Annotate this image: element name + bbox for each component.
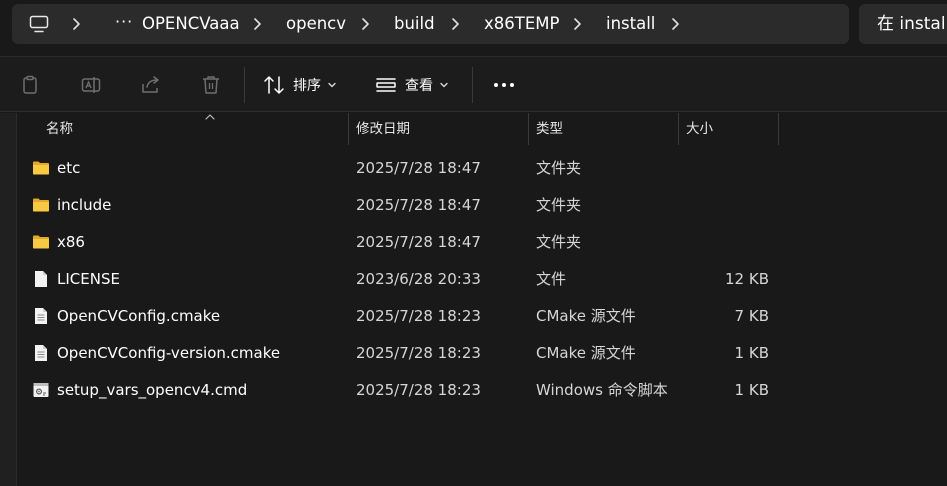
view-label: 查看 [405, 78, 433, 94]
toolbar-divider [244, 67, 245, 103]
column-divider[interactable] [528, 113, 529, 145]
file-date: 2025/7/28 18:47 [356, 159, 481, 177]
sort-icon [263, 74, 285, 96]
file-name: OpenCVConfig.cmake [57, 307, 221, 325]
file-size: 1 KB [734, 344, 769, 362]
more-dot [494, 83, 498, 87]
file-row[interactable]: OpenCVConfig.cmake 2025/7/28 18:23 CMake… [18, 298, 778, 335]
file-type: CMake 源文件 [536, 307, 636, 325]
chevron-right-icon[interactable] [668, 17, 682, 31]
view-button[interactable]: 查看 [375, 57, 449, 113]
file-name: setup_vars_opencv4.cmd [57, 381, 248, 399]
column-header-name[interactable]: 名称 [46, 113, 73, 145]
breadcrumb-item[interactable]: x86TEMP [484, 4, 559, 44]
file-row[interactable]: setup_vars_opencv4.cmd 2025/7/28 18:23 W… [18, 372, 778, 409]
file-row[interactable]: LICENSE 2023/6/28 20:33 文件 12 KB [18, 261, 778, 298]
file-size [679, 150, 769, 187]
command-bar: 排序 查看 [0, 56, 947, 112]
search-input[interactable]: 在 install [859, 4, 947, 44]
chevron-down-icon [439, 80, 449, 90]
file-date: 2025/7/28 18:47 [356, 233, 481, 251]
more-options-button[interactable] [488, 57, 520, 113]
chevron-down-icon [327, 80, 337, 90]
text-file-icon [32, 307, 50, 325]
breadcrumb-item[interactable]: build [394, 4, 435, 44]
chevron-right-icon[interactable] [570, 17, 584, 31]
breadcrumb-item[interactable]: OPENCVaaa [142, 4, 240, 44]
file-size: 12 KB [725, 270, 769, 288]
rename-icon[interactable] [80, 74, 102, 96]
file-date: 2025/7/28 18:47 [356, 196, 481, 214]
file-name: include [57, 196, 112, 214]
column-divider[interactable] [778, 113, 779, 145]
chevron-right-icon[interactable] [250, 17, 264, 31]
file-type: 文件夹 [536, 159, 582, 177]
breadcrumb-item-current[interactable]: install [606, 4, 655, 44]
address-bar[interactable]: ··· OPENCVaaa opencv build x86TEMP insta… [12, 4, 849, 44]
sort-label: 排序 [293, 78, 321, 94]
folder-icon [32, 159, 50, 177]
file-type: 文件夹 [536, 233, 582, 251]
file-type: 文件 [536, 270, 567, 288]
file-date: 2025/7/28 18:23 [356, 381, 481, 399]
column-header-date[interactable]: 修改日期 [356, 113, 410, 145]
file-size [679, 187, 769, 224]
more-dot [502, 83, 506, 87]
file-type: CMake 源文件 [536, 344, 636, 362]
file-date: 2025/7/28 18:23 [356, 344, 481, 362]
text-file-icon [32, 344, 50, 362]
file-row[interactable]: OpenCVConfig-version.cmake 2025/7/28 18:… [18, 335, 778, 372]
breadcrumb-item[interactable]: opencv [286, 4, 346, 44]
toolbar-divider [472, 67, 473, 103]
this-pc-icon[interactable] [29, 15, 49, 33]
file-name: LICENSE [57, 270, 120, 288]
file-size: 1 KB [734, 381, 769, 399]
file-date: 2023/6/28 20:33 [356, 270, 481, 288]
chevron-right-icon[interactable] [358, 17, 372, 31]
chevron-right-icon[interactable] [448, 17, 462, 31]
file-name: OpenCVConfig-version.cmake [57, 344, 281, 362]
file-date: 2025/7/28 18:23 [356, 307, 481, 325]
file-row[interactable]: etc 2025/7/28 18:47 文件夹 [18, 150, 778, 187]
script-file-icon [32, 381, 50, 399]
navigation-pane-edge[interactable] [0, 113, 17, 486]
sort-ascending-icon [204, 113, 216, 121]
file-size: 7 KB [734, 307, 769, 325]
view-icon [375, 74, 397, 96]
file-size [679, 224, 769, 261]
share-icon[interactable] [140, 74, 162, 96]
file-name: etc [57, 159, 81, 177]
folder-icon [32, 233, 50, 251]
copy-icon[interactable] [20, 74, 42, 96]
file-type: 文件夹 [536, 196, 582, 214]
breadcrumb-overflow-button[interactable]: ··· [115, 4, 133, 44]
folder-icon [32, 196, 50, 214]
sort-button[interactable]: 排序 [263, 57, 337, 113]
column-header-size[interactable]: 大小 [686, 113, 713, 145]
blank-file-icon [32, 270, 50, 288]
column-header-row: 名称 修改日期 类型 大小 [18, 113, 947, 145]
file-row[interactable]: x86 2025/7/28 18:47 文件夹 [18, 224, 778, 261]
chevron-right-icon[interactable] [69, 17, 83, 31]
column-divider[interactable] [348, 113, 349, 145]
more-dot [510, 83, 514, 87]
search-placeholder: 在 install [877, 14, 947, 34]
file-type: Windows 命令脚本 [536, 381, 668, 399]
column-header-type[interactable]: 类型 [536, 113, 563, 145]
delete-icon[interactable] [200, 74, 222, 96]
column-divider[interactable] [678, 113, 679, 145]
file-row[interactable]: include 2025/7/28 18:47 文件夹 [18, 187, 778, 224]
file-name: x86 [57, 233, 85, 251]
